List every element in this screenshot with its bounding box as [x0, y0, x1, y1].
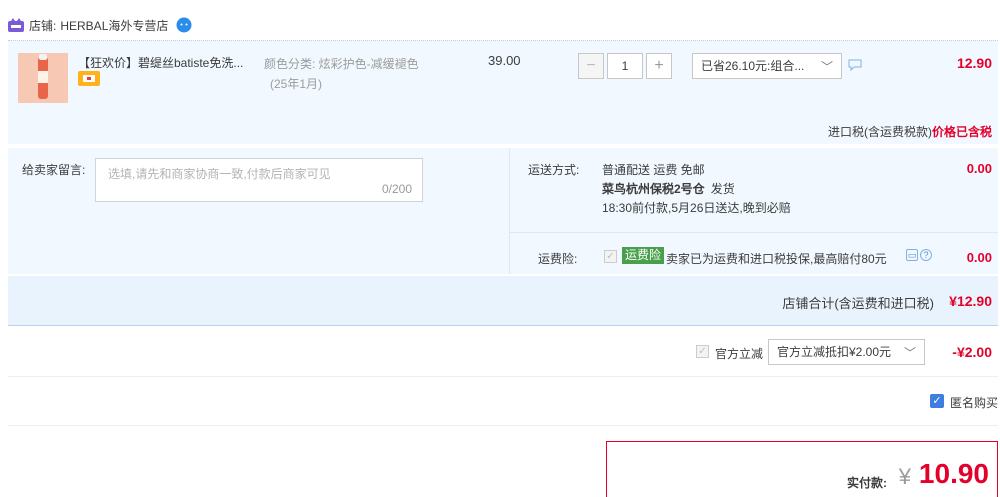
shop-name-link[interactable]: HERBAL海外专营店 — [60, 17, 168, 34]
anonymous-purchase-checkbox[interactable]: ✓ — [930, 394, 944, 408]
anonymous-purchase-row: ✓ 匿名购买 — [8, 378, 998, 426]
anonymous-purchase-label[interactable]: 匿名购买 — [950, 394, 998, 411]
import-tax-value: 价格已含税 — [931, 125, 992, 139]
promo-card-icon — [78, 71, 100, 86]
seller-memo-placeholder: 选填,请先和商家协商一致,付款后商家可见 — [108, 167, 331, 181]
quantity-increase-button[interactable]: + — [646, 53, 672, 79]
payment-currency: ¥ — [898, 464, 911, 489]
shipping-insurance-icons: ▭ ? — [906, 249, 932, 261]
sku-info: 颜色分类: 炫彩护色-减缓褪色 (25年1月) — [264, 54, 454, 94]
product-title-link[interactable]: 【狂欢价】碧缇丝batiste免洗... — [78, 54, 256, 71]
chat-bubble-icon[interactable]: ▭ — [906, 249, 918, 261]
shipping-method-label: 运送方式: — [528, 163, 580, 177]
payment-amount: 10.90 — [918, 458, 989, 489]
help-question-icon[interactable]: ? — [920, 249, 932, 261]
unit-price: 39.00 — [488, 53, 521, 68]
order-detail-panel: 给卖家留言: 选填,请先和商家协商一致,付款后商家可见 0/200 运送方式: … — [8, 148, 998, 274]
shipping-insurance-checkbox[interactable]: ✓ — [604, 250, 617, 263]
shipping-insurance-label: 运费险: — [538, 252, 578, 266]
seller-memo-input[interactable]: 选填,请先和商家协商一致,付款后商家可见 0/200 — [95, 158, 423, 202]
shipping-insurance-tag: 运费险 — [622, 247, 665, 264]
shipping-method: 普通配送 运费 免邮 — [602, 163, 705, 177]
product-thumbnail[interactable] — [18, 53, 68, 103]
import-tax-label: 进口税(含运费税款) — [828, 125, 932, 139]
payment-label: 实付款: — [847, 476, 887, 490]
shipping-eta: 18:30前付款,5月26日送达,晚到必赔 — [602, 201, 791, 215]
official-discount-amount: -¥2.00 — [952, 344, 992, 360]
item-total-price: 12.90 — [956, 55, 992, 71]
tmall-shop-icon — [8, 18, 24, 32]
panel-divider — [509, 148, 510, 274]
shipping-warehouse-note: 发货 — [710, 182, 735, 196]
official-discount-value: 官方立减抵扣¥2.00元 — [777, 345, 892, 359]
discount-info-icon[interactable] — [848, 59, 862, 71]
shipping-method-info: 普通配送 运费 免邮 菜鸟杭州保税2号仓 发货 18:30前付款,5月26日送达,… — [602, 161, 791, 218]
product-cap-image — [39, 54, 47, 60]
sku-line: (25年1月) — [270, 77, 323, 91]
official-discount-row: ✓ 官方立减 官方立减抵扣¥2.00元 ﹀ -¥2.00 — [8, 327, 998, 377]
order-item-row: 【狂欢价】碧缇丝batiste免洗... 颜色分类: 炫彩护色-减缓褪色 (25… — [8, 40, 998, 144]
official-discount-checkbox[interactable]: ✓ — [696, 345, 709, 358]
chevron-down-icon: ﹀ — [903, 346, 916, 360]
quantity-stepper: − 1 + — [578, 53, 672, 79]
shop-subtotal-value: ¥12.90 — [949, 293, 992, 309]
item-discount-value: 已省26.10元:组合... — [701, 59, 805, 73]
chevron-down-icon: ﹀ — [820, 60, 833, 74]
quantity-input[interactable]: 1 — [607, 53, 643, 79]
shipping-insurance-desc: 卖家已为运费和进口税投保,最高赔付80元 — [666, 252, 887, 266]
seller-memo-label: 给卖家留言: — [22, 163, 86, 177]
shipping-insurance-fee: 0.00 — [966, 250, 992, 265]
shop-subtotal-label: 店铺合计(含运费和进口税) — [782, 296, 934, 311]
wangwang-chat-icon[interactable] — [176, 17, 192, 33]
item-discount-select[interactable]: 已省26.10元:组合... ﹀ — [692, 53, 842, 79]
sku-line: 颜色分类: 炫彩护色-减缓褪色 — [264, 57, 419, 71]
product-label-image — [38, 71, 48, 83]
seller-memo-counter: 0/200 — [381, 182, 412, 196]
shop-label: 店铺: — [29, 18, 57, 33]
official-discount-label: 官方立减 — [715, 347, 764, 361]
shop-subtotal-row: 店铺合计(含运费和进口税) ¥12.90 — [8, 276, 998, 326]
shipping-warehouse: 菜鸟杭州保税2号仓 — [602, 182, 705, 196]
payment-summary: 实付款: ¥ 10.90 — [606, 441, 998, 497]
quantity-decrease-button[interactable]: − — [578, 53, 604, 79]
shop-header: 店铺: HERBAL海外专营店 — [8, 14, 192, 36]
official-discount-select[interactable]: 官方立减抵扣¥2.00元 ﹀ — [768, 339, 925, 365]
panel-divider — [510, 232, 998, 233]
shipping-fee: 0.00 — [966, 161, 992, 176]
